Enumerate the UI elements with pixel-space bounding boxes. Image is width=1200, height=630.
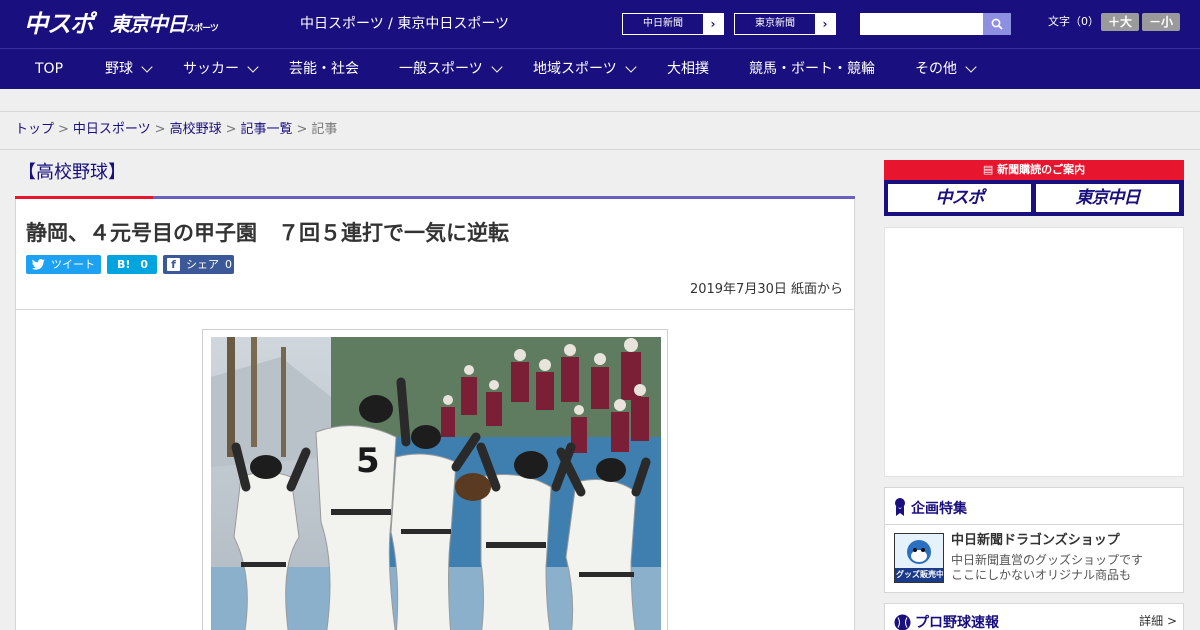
nav-item-other[interactable]: その他 — [915, 49, 977, 89]
chuspo-logo[interactable]: 中スポ — [24, 10, 94, 38]
tweet-button[interactable]: ツイート — [26, 255, 101, 274]
share-label: シェア — [186, 258, 219, 271]
nav-label: 地域スポーツ — [533, 61, 617, 77]
share-count: 0 — [225, 258, 232, 271]
article-category[interactable]: 【高校野球】 — [18, 160, 126, 186]
nav-item-entertainment[interactable]: 芸能・社会 — [289, 49, 359, 89]
subscribe-tokyo-chunichi-link[interactable]: 東京中日 — [1036, 184, 1179, 212]
baseball-celebration-photo: 5 — [211, 337, 661, 630]
nav-label: 一般スポーツ — [399, 61, 483, 77]
subscription-title-text: 新聞購読のご案内 — [997, 163, 1086, 176]
nav-item-soccer[interactable]: サッカー — [183, 49, 259, 89]
chevron-down-icon — [247, 61, 259, 73]
facebook-icon: f — [167, 258, 180, 271]
tokyo-logo-suffix: スポーツ — [186, 24, 219, 34]
site-title: 中日スポーツ / 東京中日スポーツ — [300, 16, 510, 32]
subscribe-chuspo-link[interactable]: 中スポ — [888, 184, 1031, 212]
feature-title: 企画特集 — [911, 501, 967, 517]
subscription-banner[interactable]: ▤ 新聞購読のご案内 中スポ 東京中日 — [884, 160, 1184, 216]
breadcrumb-separator: > — [225, 122, 237, 137]
breadcrumb-separator: > — [58, 122, 69, 137]
main-nav: TOP 野球 サッカー 芸能・社会 一般スポーツ 地域スポーツ 大相撲 競馬・ボ… — [0, 48, 1200, 89]
divider — [16, 309, 854, 310]
nav-item-top[interactable]: TOP — [35, 49, 63, 89]
hatena-count: 0 — [140, 258, 149, 271]
category-accent-rule — [15, 196, 153, 199]
font-size-label: 文字（0） — [1048, 15, 1099, 28]
tokyo-logo-text: 東京中日 — [110, 12, 187, 36]
breadcrumb-top[interactable]: トップ — [15, 122, 54, 137]
top-header: 中スポ 東京中日スポーツ 中日スポーツ / 東京中日スポーツ 中日新聞 › 東京… — [0, 0, 1200, 48]
tokyo-chunichi-logo[interactable]: 東京中日スポーツ — [110, 10, 219, 38]
breadcrumb-current: 記事 — [311, 122, 338, 137]
search-icon — [991, 18, 1003, 30]
scores-details-link[interactable]: 詳細 > — [1139, 613, 1177, 629]
tweet-label: ツイート — [51, 258, 95, 271]
chevron-right-icon: › — [822, 17, 828, 31]
tokyo-shimbun-label: 東京新聞 — [735, 14, 815, 34]
pro-baseball-scores-box: プロ野球速報 詳細 > — [884, 603, 1184, 630]
baseball-icon — [894, 614, 911, 630]
nav-label: その他 — [915, 61, 957, 77]
chevron-right-icon: › — [710, 17, 716, 31]
article-photo[interactable]: 5 — [211, 337, 661, 630]
facebook-share-button[interactable]: f シェア 0 — [163, 255, 234, 274]
breadcrumb-chunichi-sports[interactable]: 中日スポーツ — [73, 122, 151, 137]
divider — [0, 149, 1200, 150]
jersey-number: 5 — [356, 441, 380, 481]
hatena-b-icon: B! — [117, 258, 131, 271]
nav-item-regional-sports[interactable]: 地域スポーツ — [533, 49, 637, 89]
tokyo-shimbun-link[interactable]: 東京新聞 › — [734, 13, 836, 35]
ad-slot — [884, 227, 1184, 477]
search-button[interactable] — [983, 13, 1011, 35]
nav-item-general-sports[interactable]: 一般スポーツ — [399, 49, 503, 89]
chevron-down-icon — [491, 61, 503, 73]
newspaper-icon: ▤ — [982, 163, 998, 176]
nav-label: 野球 — [105, 61, 133, 77]
breadcrumb-high-school-baseball[interactable]: 高校野球 — [170, 122, 222, 137]
nav-label: サッカー — [183, 61, 239, 77]
sub-nav-strip — [0, 89, 1200, 112]
article-date: 2019年7月30日 紙面から — [689, 282, 843, 297]
breadcrumb-separator: > — [296, 122, 308, 137]
nav-item-racing[interactable]: 競馬・ボート・競輪 — [749, 49, 875, 89]
nav-label: TOP — [35, 61, 64, 77]
breadcrumb-separator: > — [154, 122, 166, 137]
font-larger-button[interactable]: ＋大 — [1101, 13, 1139, 31]
shop-description-line: ここにしかないオリジナル商品も — [951, 568, 1132, 582]
subscription-title: ▤ 新聞購読のご案内 — [884, 160, 1184, 180]
scores-title: プロ野球速報 — [915, 615, 999, 630]
chevron-down-icon — [965, 61, 977, 73]
feature-box: 企画特集 グッズ販売中 中日新聞ドラゴンズショップ 中日新聞直営のグッズショップ… — [884, 487, 1184, 593]
chevron-down-icon — [141, 61, 153, 73]
nav-item-sumo[interactable]: 大相撲 — [667, 49, 709, 89]
title-rule — [153, 196, 855, 199]
chevron-down-icon — [625, 61, 637, 73]
nav-label: 芸能・社会 — [289, 61, 359, 77]
shop-description-line: 中日新聞直営のグッズショップです — [951, 553, 1144, 567]
hatena-bookmark-button[interactable]: B! 0 — [107, 255, 157, 274]
dragons-shop-thumbnail[interactable]: グッズ販売中 — [894, 533, 944, 583]
shop-description: 中日新聞直営のグッズショップです ここにしかないオリジナル商品も — [951, 553, 1143, 583]
font-smaller-button[interactable]: －小 — [1142, 13, 1180, 31]
twitter-bird-icon — [32, 259, 45, 270]
ribbon-icon — [895, 498, 905, 516]
divider — [885, 524, 1183, 525]
nav-item-baseball[interactable]: 野球 — [105, 49, 153, 89]
shop-badge: グッズ販売中 — [896, 570, 944, 579]
breadcrumb: トップ > 中日スポーツ > 高校野球 > 記事一覧 > 記事 — [15, 121, 337, 139]
breadcrumb-article-list[interactable]: 記事一覧 — [241, 122, 293, 137]
chunichi-shimbun-label: 中日新聞 — [623, 14, 703, 34]
nav-label: 競馬・ボート・競輪 — [749, 61, 875, 77]
article-headline: 静岡、４元号目の甲子園 ７回５連打で一気に逆転 — [26, 221, 509, 245]
nav-label: 大相撲 — [667, 61, 709, 77]
chunichi-shimbun-link[interactable]: 中日新聞 › — [622, 13, 724, 35]
article-photo-frame: 5 — [202, 329, 668, 630]
search-input[interactable] — [860, 13, 983, 35]
shop-name[interactable]: 中日新聞ドラゴンズショップ — [951, 532, 1120, 550]
